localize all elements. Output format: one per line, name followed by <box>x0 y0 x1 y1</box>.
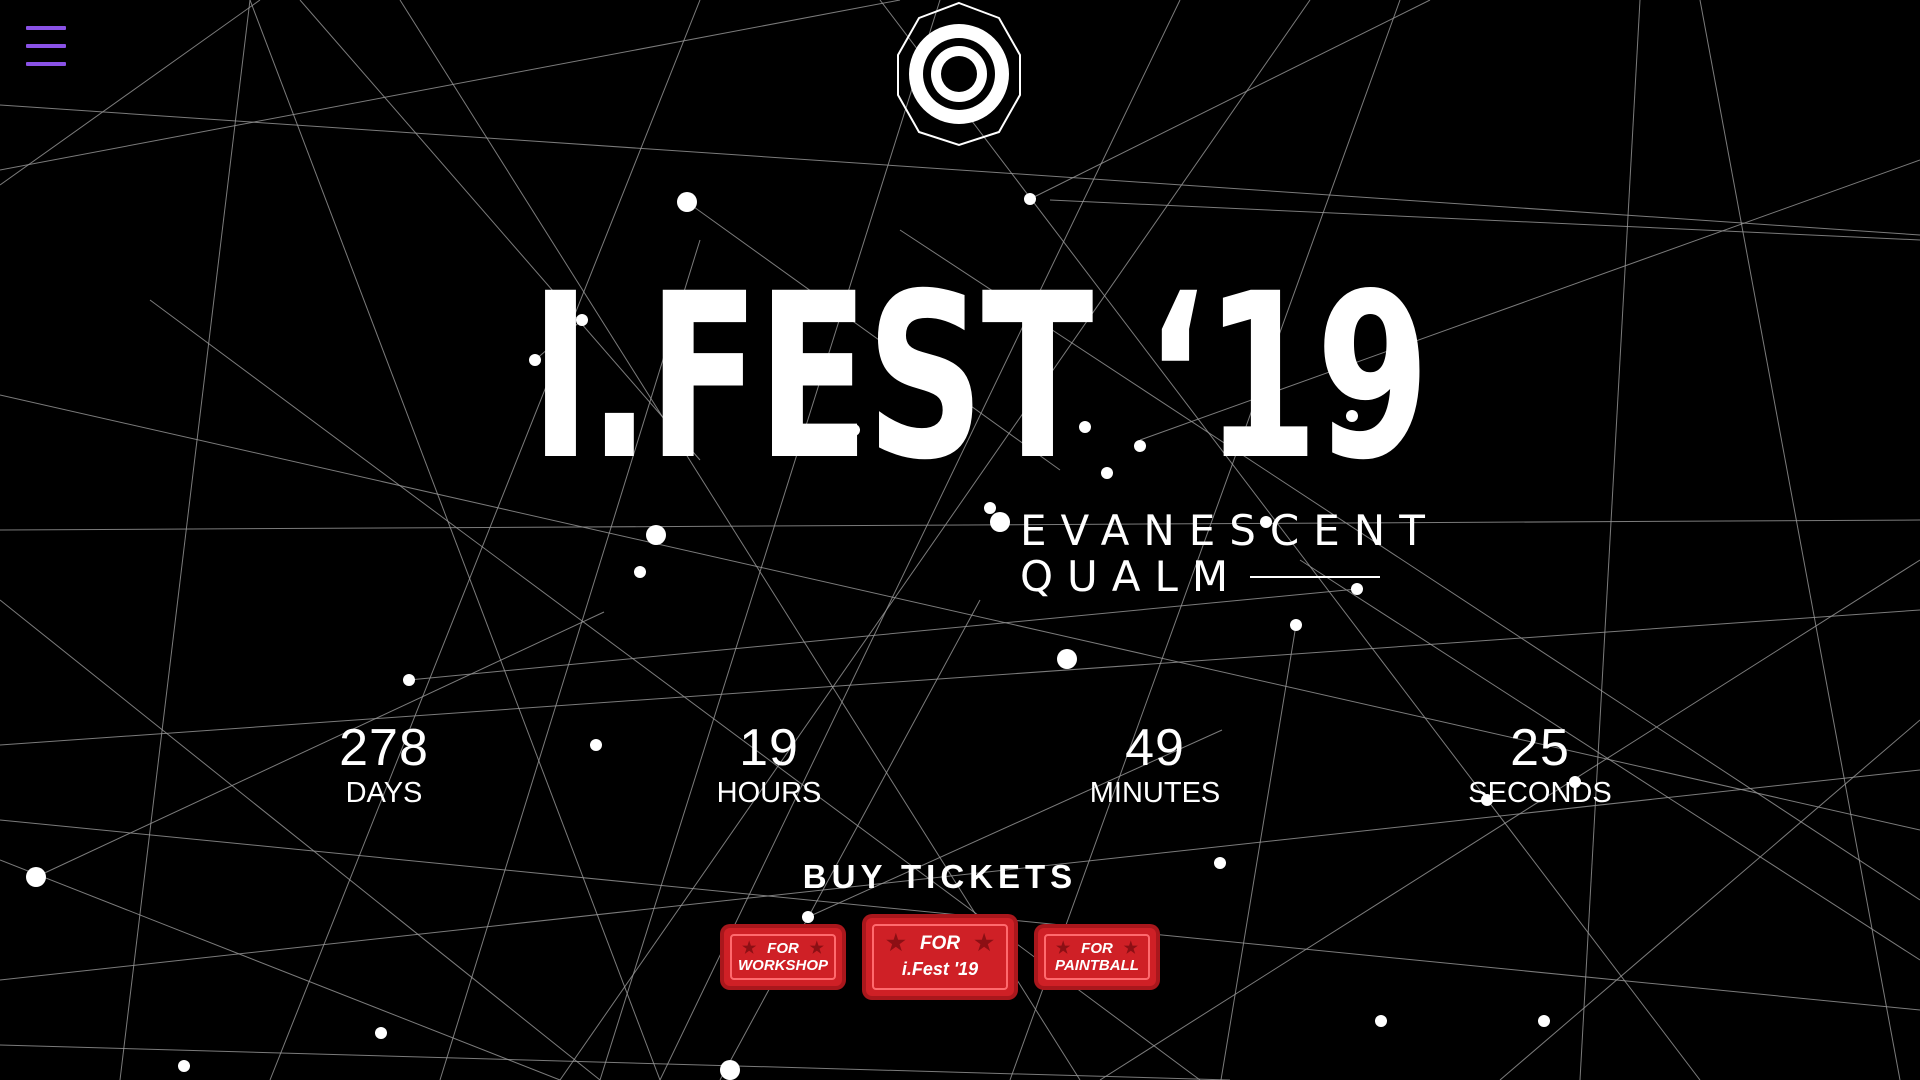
network-line <box>269 0 701 1080</box>
circle-logo-icon[interactable] <box>885 0 1033 148</box>
menu-bar <box>26 26 66 30</box>
network-line <box>408 588 1358 681</box>
network-line <box>1579 0 1641 1080</box>
countdown-seconds: 25 SECONDS <box>1430 720 1650 810</box>
tagline: EVANESCENT QUALM <box>1020 506 1439 600</box>
countdown-minutes: 49 MINUTES <box>1045 720 1265 810</box>
buy-tickets-heading: BUY TICKETS <box>802 858 1078 895</box>
countdown-minutes-value: 49 <box>1125 719 1185 777</box>
network-node <box>990 512 1010 532</box>
network-node <box>590 739 602 751</box>
star-icon: ★ <box>886 930 906 955</box>
network-node <box>1024 193 1036 205</box>
tagline-rule <box>1250 576 1380 578</box>
menu-bar <box>26 44 66 48</box>
network-node <box>1375 1015 1387 1027</box>
countdown-seconds-value: 25 <box>1510 719 1570 777</box>
network-node <box>720 1060 740 1080</box>
star-icon: ★ <box>1123 940 1138 957</box>
tagline-line-2: QUALM <box>1020 552 1243 601</box>
countdown-days: 278 DAYS <box>274 720 494 810</box>
network-node <box>802 911 814 923</box>
tagline-line-1: EVANESCENT <box>1020 506 1439 555</box>
network-node <box>1214 857 1226 869</box>
countdown-hours-value: 19 <box>739 719 799 777</box>
network-node <box>677 192 697 212</box>
network-line <box>1220 624 1297 1080</box>
countdown-minutes-label: MINUTES <box>1089 777 1221 809</box>
paintball-ticket-button[interactable]: ★ ★ FOR PAINTBALL <box>1038 928 1156 986</box>
network-line <box>0 519 1920 531</box>
ifest-ticket-button[interactable]: ★ ★ FOR i.Fest '19 <box>866 918 1014 996</box>
network-node <box>1057 649 1077 669</box>
network-node <box>403 674 415 686</box>
countdown-seconds-label: SECONDS <box>1468 777 1612 809</box>
menu-bar <box>26 62 66 66</box>
network-node <box>646 525 666 545</box>
countdown-hours: 19 HOURS <box>659 720 879 810</box>
star-icon: ★ <box>974 930 994 955</box>
star-icon: ★ <box>1056 940 1071 957</box>
hamburger-menu-button[interactable] <box>24 24 68 68</box>
network-node <box>1538 1015 1550 1027</box>
page: I.FEST ‘19 EVANESCENT QUALM 278 DAYS 19 … <box>0 0 1920 1080</box>
tagline-line-2-row: QUALM <box>1020 554 1380 600</box>
star-icon: ★ <box>742 940 757 957</box>
network-node <box>1290 619 1302 631</box>
star-icon: ★ <box>809 940 824 957</box>
network-line <box>0 0 901 171</box>
festival-title: I.FEST ‘19 <box>530 244 1430 510</box>
network-line <box>1699 0 1901 1080</box>
countdown-days-value: 278 <box>339 719 429 777</box>
network-line <box>0 599 601 1080</box>
network-line <box>719 599 981 1080</box>
countdown-days-label: DAYS <box>345 777 423 809</box>
network-line <box>1099 559 1920 1080</box>
network-line <box>249 0 661 1080</box>
network-line <box>119 0 251 1080</box>
network-node <box>178 1060 190 1072</box>
network-node <box>26 867 46 887</box>
network-line <box>1029 0 1431 200</box>
network-node <box>375 1027 387 1039</box>
network-node <box>634 566 646 578</box>
workshop-ticket-button[interactable]: ★ ★ FOR WORKSHOP <box>724 928 842 986</box>
countdown-hours-label: HOURS <box>716 777 822 809</box>
